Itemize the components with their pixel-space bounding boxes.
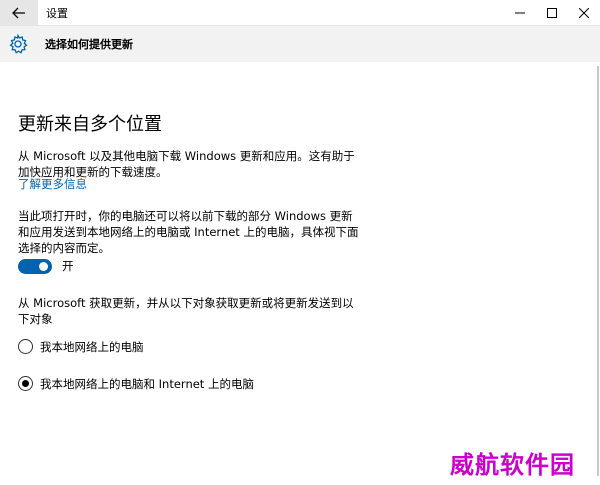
title-bar: 设置 (0, 0, 600, 26)
radio-selected-dot (22, 380, 29, 387)
radio-label: 我本地网络上的电脑 (40, 340, 144, 354)
radio-button-selected[interactable] (18, 376, 33, 391)
delivery-optimization-toggle[interactable] (18, 259, 52, 274)
page-header: 选择如何提供更新 (0, 26, 600, 62)
scrollbar[interactable] (597, 66, 599, 476)
radio-button[interactable] (18, 339, 33, 354)
learn-more-link[interactable]: 了解更多信息 (18, 176, 87, 192)
close-icon (579, 7, 589, 18)
window-controls (504, 0, 600, 25)
source-description: 从 Microsoft 获取更新，并从以下对象获取更新或将更新发送到以下对象 (18, 296, 354, 326)
radio-label: 我本地网络上的电脑和 Internet 上的电脑 (40, 377, 254, 391)
page-title: 选择如何提供更新 (45, 38, 133, 51)
section-title: 更新来自多个位置 (18, 114, 162, 135)
maximize-button[interactable] (536, 0, 568, 25)
toggle-state-label: 开 (62, 259, 74, 273)
close-button[interactable] (568, 0, 600, 25)
back-button[interactable] (0, 0, 38, 25)
gear-icon (9, 34, 28, 54)
minimize-button[interactable] (504, 0, 536, 25)
minimize-icon (515, 12, 525, 13)
window-title: 设置 (46, 7, 68, 20)
toggle-knob (39, 262, 48, 271)
watermark: 威航软件园 (450, 450, 575, 479)
maximize-icon (547, 7, 557, 18)
toggle-description: 当此项打开时，你的电脑还可以将以前下载的部分 Windows 更新和应用发送到本… (18, 209, 359, 255)
arrow-left-icon (12, 7, 25, 18)
